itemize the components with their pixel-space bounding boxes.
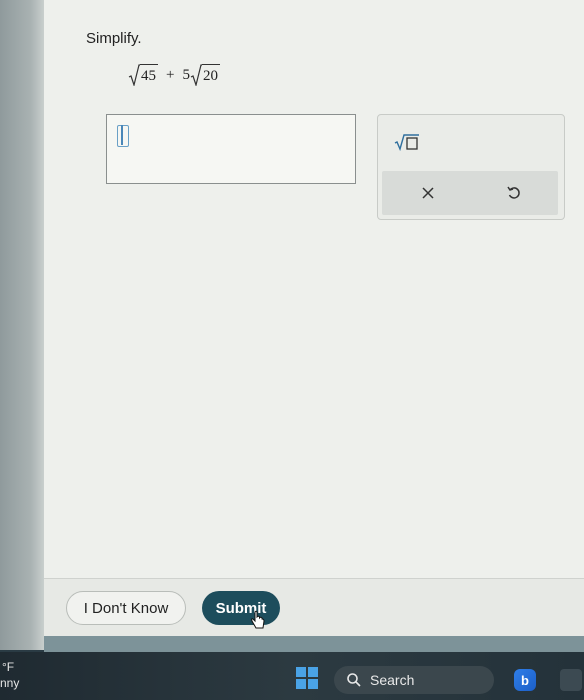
taskbar-search-box[interactable]: Search: [334, 666, 494, 694]
palette-action-bar: [382, 171, 558, 215]
left-background-strip: [0, 0, 44, 650]
radicand-2: 20: [201, 64, 220, 86]
hand-pointer-icon: [251, 610, 265, 629]
question-panel: Simplify. 45 + 5 20: [44, 0, 584, 578]
math-palette: [377, 114, 565, 220]
answer-input[interactable]: [106, 114, 356, 184]
bing-icon[interactable]: b: [514, 669, 536, 691]
windows-logo-tile: [308, 679, 318, 689]
radicand-1: 45: [140, 64, 158, 86]
close-icon: [422, 187, 434, 199]
action-footer: I Don't Know Submit: [44, 578, 584, 637]
weather-temperature[interactable]: °F: [2, 660, 14, 674]
taskbar: °F nny Search b: [0, 652, 584, 700]
square-root-icon: [394, 134, 419, 152]
start-button[interactable]: [296, 667, 318, 689]
windows-logo-tile: [296, 679, 306, 689]
submit-button[interactable]: Submit: [202, 591, 280, 625]
plus-operator: +: [166, 66, 175, 83]
square-root-button[interactable]: [392, 129, 422, 155]
text-cursor-icon: [117, 125, 129, 147]
radical-term-1: 45: [128, 64, 158, 86]
radical-sign-icon: [190, 64, 202, 86]
windows-logo-icon: [296, 667, 306, 677]
undo-icon: [507, 186, 520, 199]
undo-button[interactable]: [498, 179, 530, 207]
question-prompt: Simplify.: [86, 30, 142, 47]
math-expression: 45 + 5 20: [128, 62, 220, 88]
windows-logo-tile: [308, 667, 318, 677]
search-label: Search: [370, 672, 415, 688]
clear-button[interactable]: [412, 179, 444, 207]
radical-term-2: 20: [190, 64, 220, 86]
search-icon: [347, 673, 361, 687]
radical-sign-icon: [128, 64, 140, 86]
tray-app-icon[interactable]: [560, 669, 582, 691]
page-bottom-band: [44, 636, 584, 652]
dont-know-button[interactable]: I Don't Know: [66, 591, 186, 625]
coefficient: 5: [182, 66, 190, 83]
weather-condition[interactable]: nny: [0, 676, 19, 690]
